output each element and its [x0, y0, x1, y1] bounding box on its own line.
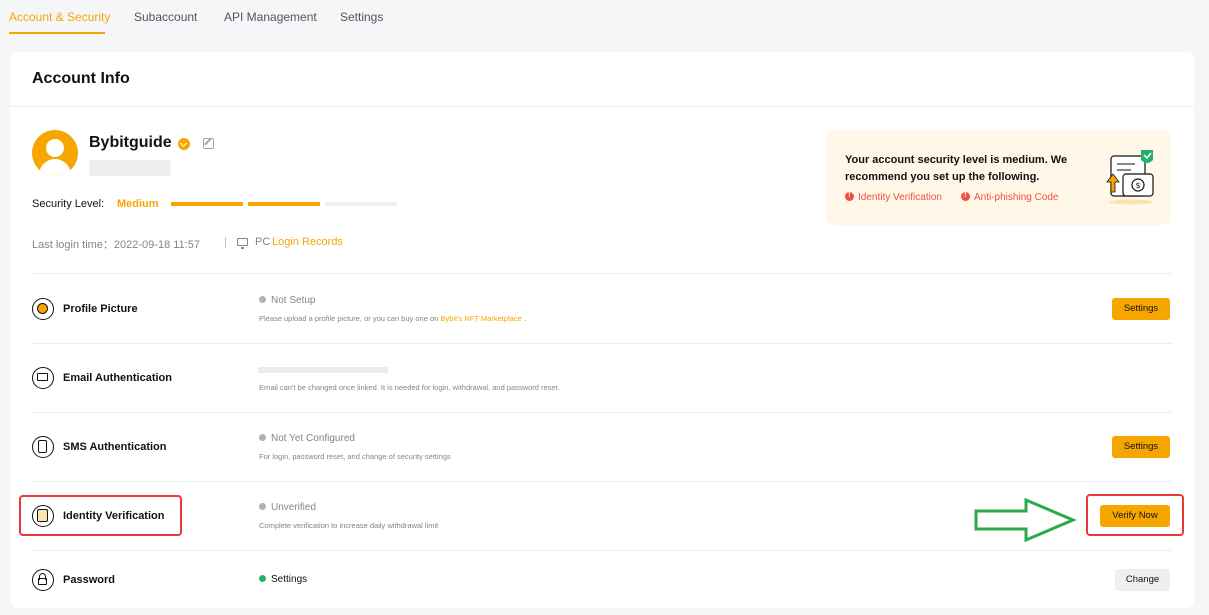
lock-icon: [32, 569, 54, 591]
password-status: Settings: [259, 574, 307, 585]
annotation-arrow-icon: [974, 497, 1076, 543]
identity-desc: Complete verification to increase daily …: [259, 521, 439, 530]
change-password-button[interactable]: Change: [1115, 569, 1170, 591]
row-title-identity-verification: Identity Verification: [63, 510, 165, 522]
last-login-time: Last login time：2022-09-18 11:57: [32, 239, 200, 251]
sms-desc: For login, password reset, and change of…: [259, 452, 451, 461]
profile-picture-settings-button[interactable]: Settings: [1112, 298, 1170, 320]
nft-marketplace-link[interactable]: Bybit's NFT Marketplace: [440, 314, 521, 323]
profile-picture-desc: Please upload a profile picture, or you …: [259, 314, 526, 323]
status-dot-icon: [259, 575, 266, 582]
row-divider: [32, 412, 1172, 413]
tab-subaccount[interactable]: Subaccount: [134, 10, 197, 24]
sms-settings-button[interactable]: Settings: [1112, 436, 1170, 458]
row-title-profile-picture: Profile Picture: [63, 303, 138, 315]
status-dot-icon: [259, 296, 266, 303]
profile-picture-icon: [32, 298, 54, 320]
warning-icon: [961, 190, 970, 201]
notice-item-anti-phishing[interactable]: Anti-phishing Code: [961, 190, 1059, 203]
security-level-value: Medium: [117, 198, 159, 210]
top-tab-bar: Account & Security Subaccount API Manage…: [0, 0, 1209, 35]
tab-settings[interactable]: Settings: [340, 10, 383, 24]
identity-status: Unverified: [259, 502, 316, 513]
security-bar-segment: [248, 202, 320, 206]
avatar[interactable]: [32, 130, 78, 176]
tab-account-security[interactable]: Account & Security: [9, 10, 110, 24]
page-title: Account Info: [32, 70, 130, 87]
masked-email: [258, 367, 388, 373]
title-divider: [10, 106, 1194, 107]
phone-icon: [32, 436, 54, 458]
active-tab-indicator: [9, 32, 105, 34]
row-divider: [32, 343, 1172, 344]
sms-status: Not Yet Configured: [259, 433, 355, 444]
profile-picture-status: Not Setup: [259, 295, 315, 306]
row-title-password: Password: [63, 574, 115, 586]
row-title-sms-authentication: SMS Authentication: [63, 441, 167, 453]
login-device: PC: [255, 236, 271, 248]
verify-now-button[interactable]: Verify Now: [1100, 505, 1170, 527]
login-separator: |: [224, 236, 227, 248]
tab-api-management[interactable]: API Management: [224, 10, 317, 24]
warning-icon: [845, 190, 854, 201]
identity-card-icon: [32, 505, 54, 527]
section-divider: [32, 273, 1172, 274]
security-notice: Your account security level is medium. W…: [826, 130, 1171, 225]
row-title-email-authentication: Email Authentication: [63, 372, 172, 384]
email-icon: [32, 367, 54, 389]
status-dot-icon: [259, 434, 266, 441]
edit-icon[interactable]: [203, 138, 214, 149]
vip-badge-icon: [178, 138, 190, 150]
notice-item-identity-verification[interactable]: Identity Verification: [845, 190, 942, 203]
svg-text:$: $: [1136, 181, 1141, 190]
notice-text: Your account security level is medium. W…: [845, 154, 1068, 183]
security-illustration-icon: $: [1106, 150, 1154, 205]
email-desc: Email can't be changed once linked. It i…: [259, 383, 560, 392]
security-bar-segment: [325, 202, 397, 206]
username: Bybitguide: [89, 134, 172, 151]
masked-account-id: [89, 160, 171, 176]
security-bar-segment: [171, 202, 243, 206]
login-records-link[interactable]: Login Records: [272, 236, 343, 248]
monitor-icon: [237, 238, 248, 249]
security-level-label: Security Level:: [32, 198, 105, 210]
status-dot-icon: [259, 503, 266, 510]
row-divider: [32, 481, 1172, 482]
row-divider: [32, 550, 1172, 551]
